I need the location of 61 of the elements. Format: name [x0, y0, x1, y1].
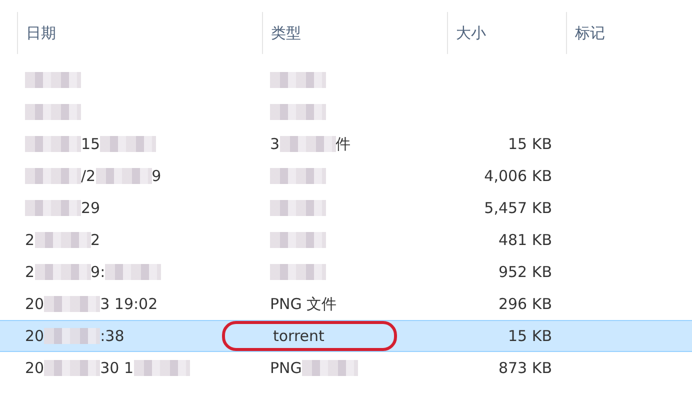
cell-text: 20	[25, 359, 44, 377]
redaction-mosaic	[44, 360, 100, 376]
cell-text: PNG	[270, 359, 302, 377]
cell-text: 9	[152, 167, 162, 185]
cell-text: 15	[81, 135, 100, 153]
cell-text: /2	[81, 167, 96, 185]
file-row[interactable]: 29 5,457 KB	[0, 192, 692, 224]
redaction-mosaic	[34, 232, 91, 248]
redaction-mosaic	[34, 264, 91, 280]
file-size: 873 KB	[498, 359, 552, 377]
file-row[interactable]: /2 9 4,006 KB	[0, 160, 692, 192]
redaction-mosaic	[25, 136, 81, 152]
cell-text: 2	[25, 263, 35, 281]
column-header[interactable]: 类型	[271, 24, 301, 42]
file-size: 952 KB	[498, 263, 552, 281]
redaction-mosaic	[44, 328, 100, 344]
cell-text: 3	[270, 135, 280, 153]
redaction-mosaic	[270, 264, 326, 280]
column-header[interactable]: 大小	[456, 24, 486, 42]
file-row[interactable]: 20 30 1 PNG 873 KB	[0, 352, 692, 384]
cell-text: 20	[25, 327, 44, 345]
cell-text: 30 1	[100, 359, 134, 377]
redaction-mosaic	[100, 136, 156, 152]
redaction-mosaic	[96, 168, 152, 184]
file-row[interactable]: 15 3 件 15 KB	[0, 128, 692, 160]
redaction-mosaic	[270, 168, 326, 184]
cell-text: 件	[336, 134, 351, 154]
redaction-mosaic	[280, 136, 336, 152]
redaction-mosaic	[270, 104, 326, 120]
file-row[interactable]: 20 :38 torrent 15 KB	[0, 320, 692, 352]
redaction-mosaic	[105, 264, 162, 280]
file-row[interactable]: 20 3 19:02 PNG 文件 296 KB	[0, 288, 692, 320]
column-header[interactable]: 标记	[575, 24, 605, 42]
redaction-mosaic	[25, 200, 81, 216]
redaction-mosaic	[270, 232, 326, 248]
cell-text: :38	[100, 327, 124, 345]
cell-text: 3 19:02	[100, 295, 158, 313]
cell-text: 29	[81, 199, 100, 217]
cell-text: 20	[25, 295, 44, 313]
redaction-mosaic	[270, 72, 326, 88]
cell-text: 9:	[90, 263, 106, 281]
file-size: 4,006 KB	[484, 167, 552, 185]
redaction-mosaic	[270, 200, 326, 216]
redaction-mosaic	[25, 104, 81, 120]
redaction-mosaic	[134, 360, 190, 376]
cell-text: PNG 文件	[270, 294, 337, 314]
file-size: 15 KB	[508, 327, 552, 345]
column-header[interactable]: 日期	[26, 24, 56, 42]
cell-text: torrent	[273, 327, 324, 345]
file-row[interactable]: 2 2 481 KB	[0, 224, 692, 256]
cell-text: 2	[90, 231, 100, 249]
redaction-mosaic	[302, 360, 358, 376]
redaction-mosaic	[25, 168, 81, 184]
redaction-mosaic	[25, 72, 81, 88]
file-row[interactable]: 2 9: 952 KB	[0, 256, 692, 288]
file-size: 296 KB	[498, 295, 552, 313]
file-size: 15 KB	[508, 135, 552, 153]
file-size: 5,457 KB	[484, 199, 552, 217]
redaction-mosaic	[44, 296, 100, 312]
cell-text: 2	[25, 231, 35, 249]
file-size: 481 KB	[498, 231, 552, 249]
